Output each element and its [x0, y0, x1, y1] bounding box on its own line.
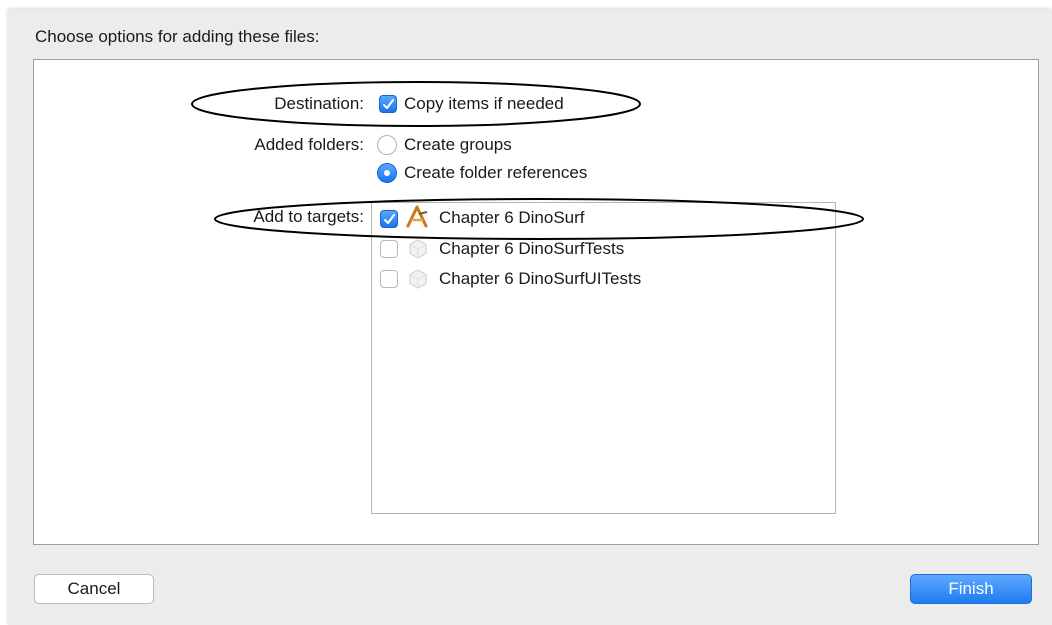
cancel-button[interactable]: Cancel	[34, 574, 154, 604]
target-label[interactable]: Chapter 6 DinoSurf	[439, 208, 585, 228]
added-folders-label: Added folders:	[254, 135, 364, 154]
target-checkbox[interactable]	[380, 240, 398, 258]
create-folder-references-label[interactable]: Create folder references	[404, 163, 587, 183]
create-groups-radio[interactable]	[377, 135, 397, 155]
target-label[interactable]: Chapter 6 DinoSurfTests	[439, 239, 624, 259]
target-checkbox[interactable]	[380, 210, 398, 228]
checkmark-icon	[383, 99, 394, 109]
destination-label: Destination:	[274, 94, 364, 113]
copy-items-label[interactable]: Copy items if needed	[404, 94, 564, 114]
finish-button[interactable]: Finish	[910, 574, 1032, 604]
target-label[interactable]: Chapter 6 DinoSurfUITests	[439, 269, 641, 289]
dialog-heading: Choose options for adding these files:	[35, 27, 320, 46]
add-to-targets-label: Add to targets:	[253, 207, 364, 226]
create-groups-label[interactable]: Create groups	[404, 135, 512, 155]
target-checkbox[interactable]	[380, 270, 398, 288]
checkmark-icon	[384, 214, 395, 224]
create-folder-references-radio[interactable]	[377, 163, 397, 183]
test-target-icon	[409, 239, 427, 259]
test-target-icon	[409, 269, 427, 289]
copy-items-checkbox[interactable]	[379, 95, 397, 113]
app-target-icon	[406, 205, 428, 228]
